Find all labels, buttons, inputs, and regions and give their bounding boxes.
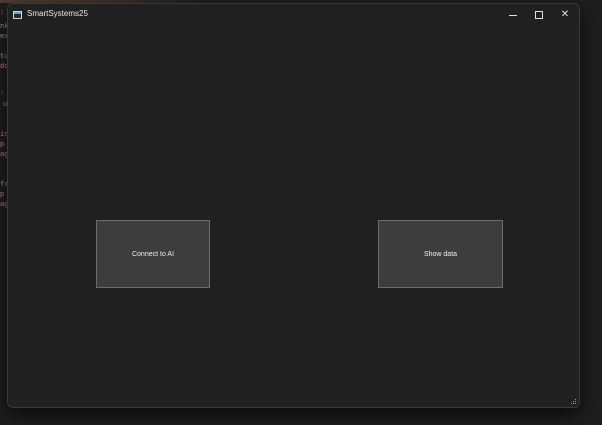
close-icon: ✕: [560, 9, 570, 20]
minimize-icon: [509, 14, 517, 16]
desktop-screen: : nk ex tu do : u in p ag fr p ag SmartS…: [0, 0, 602, 425]
title-bar[interactable]: SmartSystems25 ✕: [8, 4, 579, 26]
minimize-button[interactable]: [500, 4, 526, 26]
code-fragment: :: [0, 8, 5, 16]
resize-grip-icon[interactable]: [570, 398, 577, 405]
window-client-area: Connect to AI Show data: [8, 26, 579, 407]
maximize-button[interactable]: [526, 4, 552, 26]
app-window: SmartSystems25 ✕ Connect to AI Show data: [7, 3, 580, 408]
show-data-button[interactable]: Show data: [378, 220, 503, 288]
connect-to-ai-button[interactable]: Connect to AI: [96, 220, 210, 288]
code-fragment: p: [0, 190, 5, 198]
maximize-icon: [535, 11, 543, 19]
code-fragment: p: [0, 140, 5, 148]
app-window-icon: [13, 11, 22, 19]
show-data-label: Show data: [423, 250, 458, 258]
close-button[interactable]: ✕: [552, 4, 578, 26]
connect-to-ai-label: Connect to AI: [131, 250, 175, 258]
code-fragment: :: [0, 88, 5, 96]
window-title: SmartSystems25: [27, 9, 88, 18]
